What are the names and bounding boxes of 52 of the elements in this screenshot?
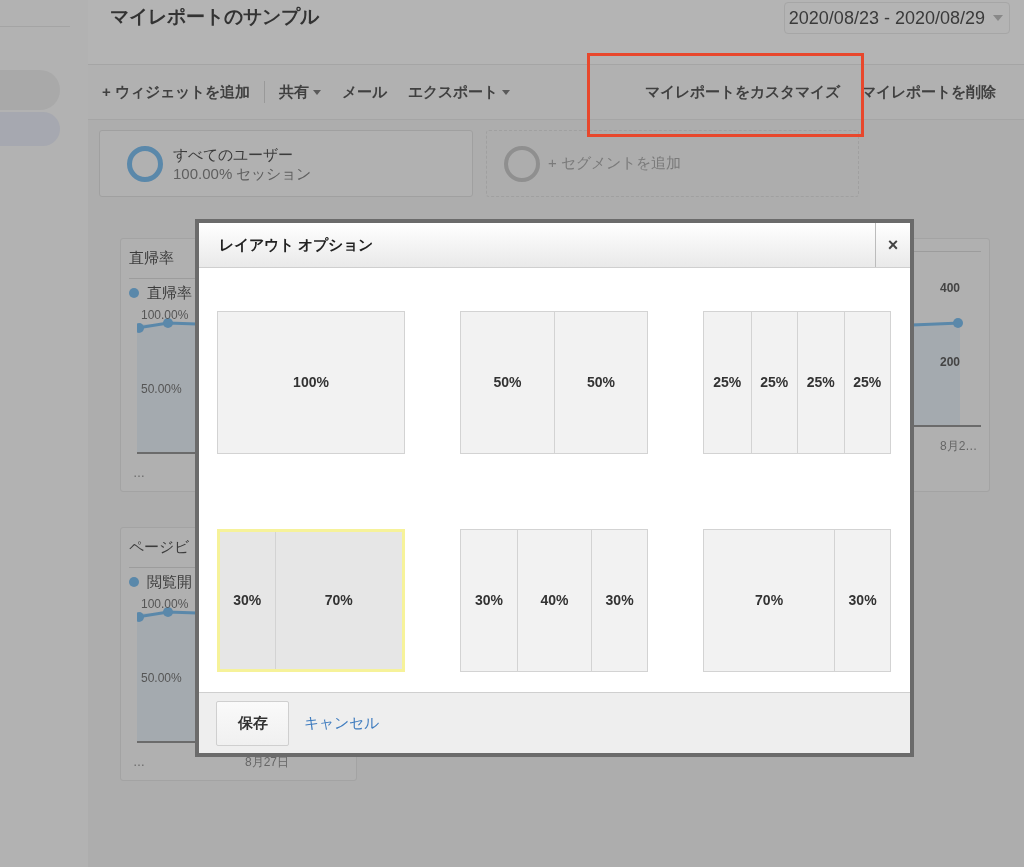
column-label: 70% — [324, 590, 353, 610]
column-label: 25% — [760, 373, 789, 392]
save-button[interactable]: 保存 — [216, 700, 289, 746]
report-title: マイレポートのサンプル — [110, 5, 319, 29]
axis-tick-label: 200 — [940, 354, 961, 371]
column-label: 30% — [848, 590, 877, 610]
toolbar-button[interactable]: メール — [341, 80, 387, 104]
layout-option[interactable]: 30% 70% — [217, 528, 405, 672]
axis-date-label: 8月27日 — [245, 753, 290, 771]
toolbar-button[interactable]: マイレポートを削除 — [861, 80, 996, 104]
column-label: 25% — [853, 373, 882, 392]
close-button[interactable]: × — [875, 223, 910, 267]
segment-ring-icon — [127, 145, 163, 182]
column-label: 25% — [713, 373, 742, 392]
caret-icon — [993, 15, 1003, 21]
column-label: 50% — [587, 373, 615, 392]
column-label: 25% — [806, 373, 835, 392]
segment-ring-icon — [504, 145, 540, 182]
toolbar-button[interactable]: エクスポート — [407, 80, 510, 104]
layout-option[interactable]: 30% 40% 30% — [460, 528, 648, 672]
toolbar-button[interactable]: + ウィジェットを追加 — [102, 80, 250, 104]
axis-tick-label: 50.00% — [141, 669, 182, 687]
column-label: 50% — [493, 373, 522, 392]
cancel-link[interactable]: キャンセル — [304, 711, 379, 735]
layout-option[interactable]: 50% 50% — [460, 311, 648, 454]
segment-detail: 100.00% セッション — [173, 163, 312, 183]
axis-tick-label: 100.00% — [141, 306, 189, 324]
axis-tick-label: 400 — [940, 280, 961, 297]
legend-label: 直帰率 — [147, 282, 192, 303]
column-label: 70% — [755, 590, 784, 610]
column-label: 30% — [233, 590, 262, 610]
legend-label: 閲覧開 — [147, 571, 192, 592]
dialog-title: レイアウト オプション — [218, 234, 375, 255]
layout-option[interactable]: 100% — [217, 311, 405, 454]
axis-tick-label: 100.00% — [141, 595, 189, 613]
axis-tick-label: 50.00% — [141, 380, 182, 398]
more-ellipsis: … — [133, 464, 145, 482]
segment-card[interactable]: すべてのユーザー 100.00% セッション — [99, 130, 473, 197]
layout-option[interactable]: 70% 30% — [703, 528, 891, 672]
axis-date-label: 8月2… — [940, 438, 978, 455]
more-ellipsis: … — [133, 753, 145, 771]
segment-name: すべてのユーザー — [173, 144, 294, 164]
widget-title: 直帰率 — [129, 248, 174, 268]
layout-option[interactable]: 25% 25% 25% 25% — [703, 311, 891, 454]
toolbar-button[interactable]: マイレポートをカスタマイズ — [645, 80, 840, 104]
column-label: 40% — [540, 590, 569, 610]
column-label: 30% — [605, 590, 634, 610]
widget-title: ページビ — [129, 537, 189, 557]
column-label: 100% — [293, 373, 329, 392]
date-range-picker[interactable]: 2020/08/23 - 2020/08/29 — [783, 2, 1010, 34]
column-label: 30% — [474, 590, 503, 610]
toolbar-button[interactable]: 共有 — [278, 80, 321, 104]
